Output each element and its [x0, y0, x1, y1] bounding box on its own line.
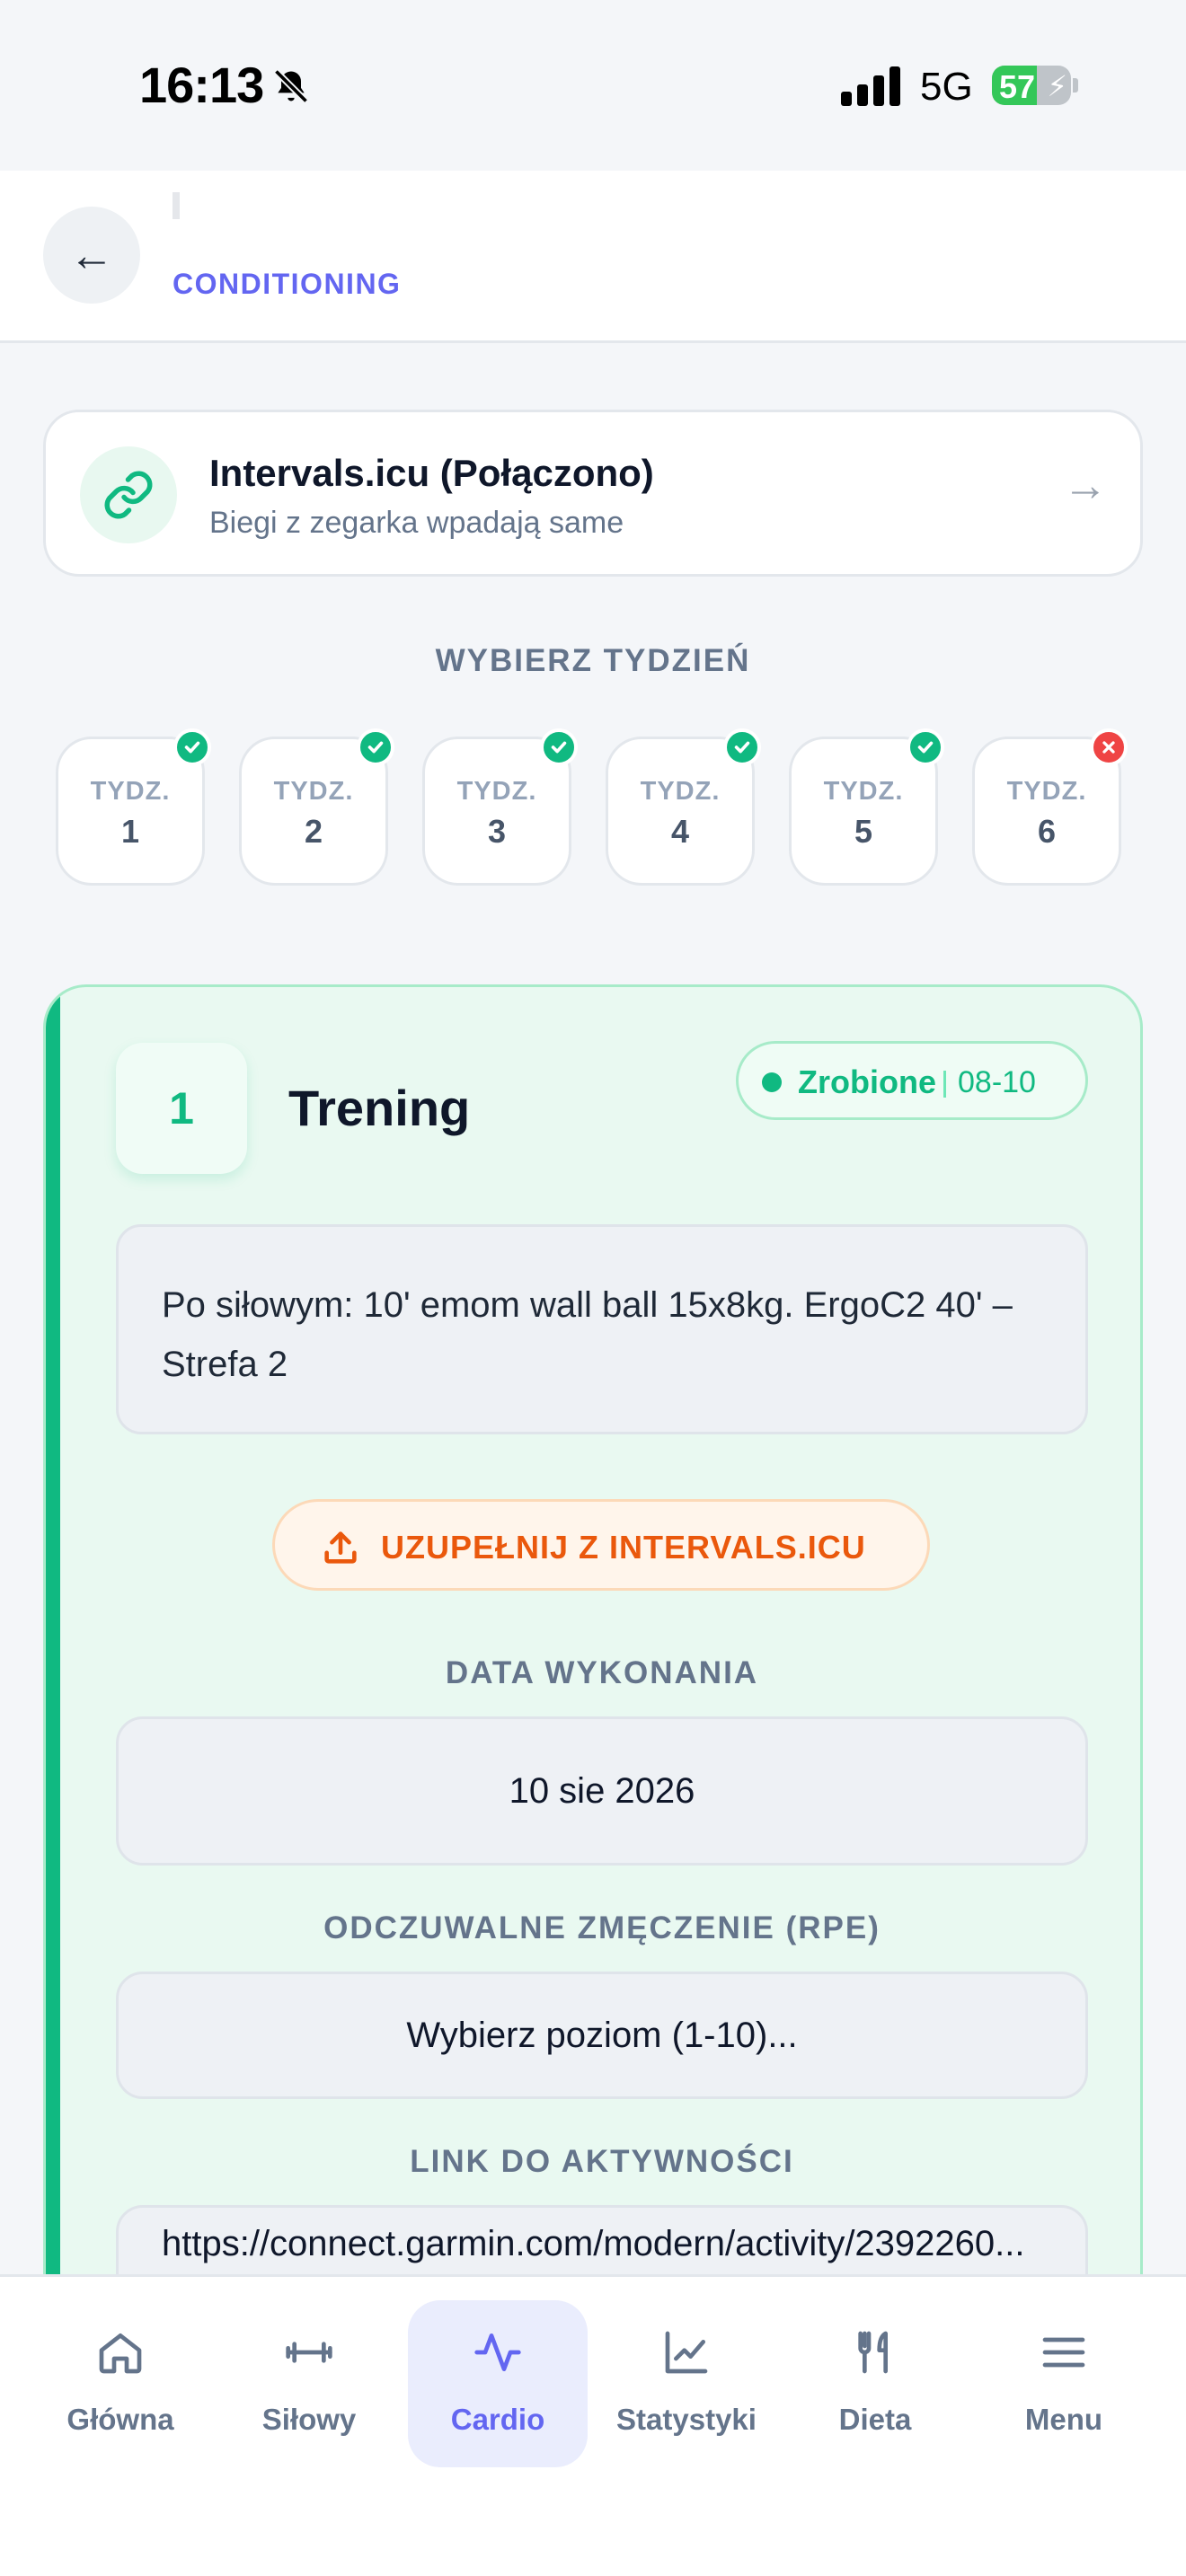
check-icon: [907, 728, 944, 766]
nav-item-stats[interactable]: Statystyki: [597, 2300, 776, 2467]
date-label: DATA WYKONANIA: [445, 1655, 759, 1690]
nav-label: Statystyki: [616, 2403, 757, 2436]
intervals-connection-card[interactable]: Intervals.icu (Połączono) Biegi z zegark…: [43, 410, 1143, 577]
status-time: 16:13: [139, 57, 264, 113]
check-icon: [357, 728, 394, 766]
network-type: 5G: [920, 65, 973, 109]
week-number: 2: [304, 813, 323, 850]
nav-item-home[interactable]: Główna: [31, 2300, 210, 2467]
week-number: 1: [120, 813, 140, 850]
status-dot: [762, 1072, 782, 1092]
check-icon: [173, 728, 211, 766]
week-label: TYDZ.: [823, 777, 904, 806]
activity-link-label: LINK DO AKTYWNOŚCI: [410, 2144, 794, 2179]
week-card-3[interactable]: TYDZ. 3: [422, 728, 578, 886]
dumbbell-icon: [286, 2342, 332, 2363]
nav-item-diet[interactable]: Dieta: [785, 2300, 965, 2467]
week-card-4[interactable]: TYDZ. 4: [606, 728, 761, 886]
week-number: 5: [854, 813, 873, 850]
nav-label: Główna: [66, 2403, 174, 2436]
nav-item-cardio[interactable]: Cardio: [408, 2300, 588, 2467]
link-icon: [80, 446, 177, 543]
check-icon: [540, 728, 578, 766]
status-divider: [943, 1071, 946, 1098]
nav-label: Siłowy: [261, 2403, 357, 2436]
week-number: 4: [670, 813, 690, 850]
status-badge: Zrobione 08-10: [736, 1041, 1088, 1120]
fill-from-intervals-button[interactable]: UZUPEŁNIJ Z INTERVALS.ICU: [272, 1499, 930, 1591]
week-label: TYDZ.: [1006, 777, 1087, 806]
app-screen: 16:13 5G 57 ⚡ ← CONDITIONING Intervals.i…: [0, 0, 1186, 2576]
back-button[interactable]: ←: [43, 207, 140, 304]
cutlery-icon: [858, 2331, 888, 2374]
week-card-5[interactable]: TYDZ. 5: [789, 728, 944, 886]
rpe-label: ODCZUWALNE ZMĘCZENIE (RPE): [323, 1910, 881, 1945]
pulse-icon: [474, 2333, 521, 2371]
rpe-select[interactable]: Wybierz poziom (1-10)...: [116, 1972, 1088, 2099]
upload-icon: [324, 1531, 357, 1564]
week-card-6[interactable]: TYDZ. 6: [972, 728, 1128, 886]
date-input[interactable]: 10 sie 2026: [116, 1716, 1088, 1866]
signal-icon: [841, 66, 900, 106]
nav-label: Menu: [1024, 2403, 1103, 2436]
training-number: 1: [116, 1043, 247, 1174]
status-date: 08-10: [958, 1065, 1036, 1099]
header-subtitle: CONDITIONING: [173, 268, 402, 300]
header-title-placeholder: [173, 192, 180, 219]
nav-item-menu[interactable]: Menu: [974, 2300, 1154, 2467]
cross-icon: [1090, 728, 1128, 766]
charging-icon: ⚡: [1047, 70, 1067, 102]
week-label: TYDZ.: [90, 777, 171, 806]
week-card-2[interactable]: TYDZ. 2: [239, 728, 394, 886]
intervals-subtitle: Biegi z zegarka wpadają same: [209, 506, 624, 540]
bell-muted-icon: [273, 68, 309, 104]
intervals-title: Intervals.icu (Połączono): [209, 452, 654, 494]
week-number: 6: [1037, 813, 1057, 850]
training-description: Po siłowym: 10' emom wall ball 15x8kg. E…: [116, 1224, 1088, 1434]
page-header: ← CONDITIONING: [0, 171, 1186, 343]
week-card-1[interactable]: TYDZ. 1: [56, 728, 211, 886]
home-icon: [99, 2333, 142, 2374]
week-label: TYDZ.: [273, 777, 354, 806]
check-icon: [723, 728, 761, 766]
week-label: TYDZ.: [640, 777, 721, 806]
battery-cap: [1073, 78, 1078, 93]
nav-label: Dieta: [838, 2403, 912, 2436]
fill-from-intervals-label: UZUPEŁNIJ Z INTERVALS.ICU: [381, 1529, 866, 1566]
menu-icon: [1042, 2337, 1085, 2368]
battery-level: 57: [999, 68, 1036, 105]
training-title: Trening: [288, 1080, 471, 1136]
week-label: TYDZ.: [456, 777, 537, 806]
week-picker-title: WYBIERZ TYDZIEŃ: [435, 643, 751, 678]
nav-item-strength[interactable]: Siłowy: [219, 2300, 399, 2467]
chart-icon: [665, 2331, 708, 2374]
arrow-right-icon: →: [1063, 460, 1108, 510]
status-text: Zrobione: [798, 1063, 936, 1100]
battery-icon: 57 ⚡: [992, 66, 1071, 105]
bottom-nav: Główna Siłowy Cardio Statystyki Dieta Me…: [0, 2274, 1186, 2576]
status-bar: 16:13 5G 57 ⚡: [0, 0, 1186, 171]
nav-label: Cardio: [450, 2403, 545, 2436]
week-number: 3: [487, 813, 507, 850]
